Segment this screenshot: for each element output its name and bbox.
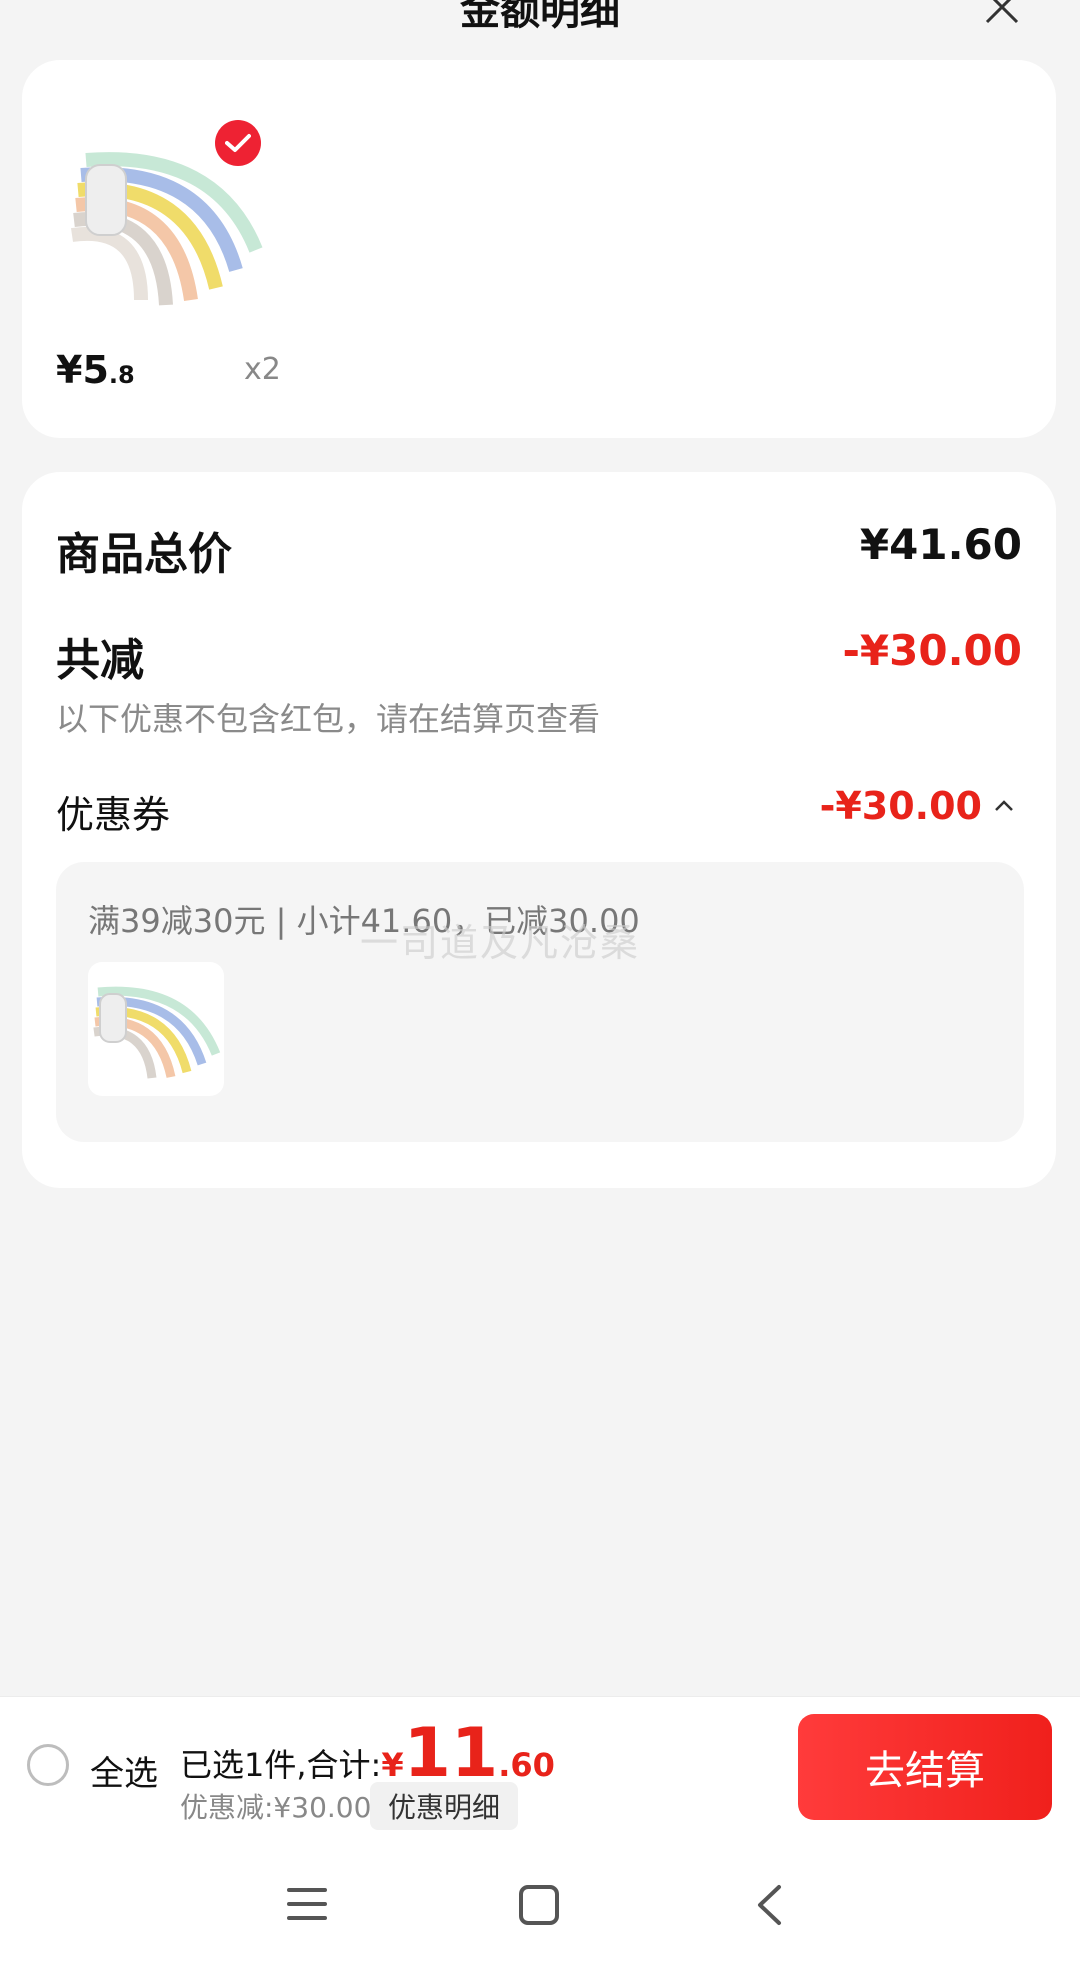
back-icon[interactable] bbox=[755, 1884, 783, 1926]
menu-icon[interactable] bbox=[287, 1884, 327, 1924]
coupon-label: 优惠券 bbox=[56, 793, 171, 837]
price-decimal: .8 bbox=[108, 361, 135, 389]
coupon-value: -¥30.00 bbox=[819, 784, 982, 828]
price-integer: ¥5 bbox=[56, 348, 109, 392]
chevron-up-icon bbox=[995, 800, 1013, 811]
product-price: ¥5.8 bbox=[56, 348, 135, 392]
checkout-button[interactable]: 去结算 bbox=[798, 1714, 1052, 1820]
reduction-note: 以下优惠不包含红包，请在结算页查看 bbox=[56, 700, 601, 738]
home-icon[interactable] bbox=[518, 1884, 560, 1926]
total-label: 商品总价 bbox=[56, 529, 232, 580]
total-value: ¥41.60 bbox=[859, 520, 1022, 569]
coupon-product-thumbnail bbox=[88, 962, 224, 1096]
reduction-label: 共减 bbox=[56, 635, 144, 686]
selected-check-icon[interactable] bbox=[215, 120, 261, 166]
product-quantity: x2 bbox=[244, 352, 281, 387]
total-currency: ¥ bbox=[381, 1746, 404, 1784]
reduction-value: -¥30.00 bbox=[842, 626, 1022, 675]
discount-detail-button[interactable]: 优惠明细 bbox=[370, 1782, 519, 1830]
selected-count-text: 已选1件,合计: bbox=[180, 1746, 382, 1784]
total-line: 已选1件,合计:¥11.60 bbox=[180, 1720, 555, 1788]
total-decimal: .60 bbox=[498, 1746, 555, 1784]
page-title: 金额明细 bbox=[460, 0, 620, 34]
close-icon[interactable] bbox=[985, 0, 1019, 24]
watermark: 一司道及凡沧桑 bbox=[360, 921, 641, 965]
coupon-toggle[interactable]: -¥30.00 bbox=[820, 784, 1014, 828]
select-all-label[interactable]: 全选 bbox=[90, 1746, 158, 1795]
select-all-radio[interactable] bbox=[27, 1744, 69, 1786]
discount-text: 优惠减:¥30.00 bbox=[180, 1791, 372, 1824]
